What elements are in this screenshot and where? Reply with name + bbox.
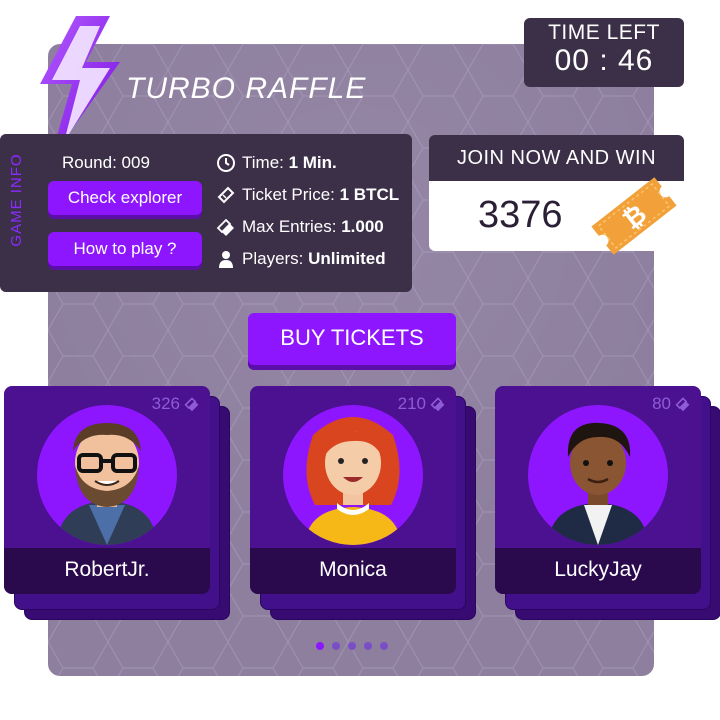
ticket-count: 80 (652, 394, 671, 413)
players-value: Unlimited (308, 249, 386, 268)
clock-icon (217, 154, 235, 172)
ticket-price-stat: Ticket Price: 1 BTCL (216, 185, 399, 205)
player-name: LuckyJay (495, 548, 701, 594)
pagination-dot[interactable] (348, 642, 356, 650)
avatar-bearded-man (57, 423, 157, 545)
ticket-icon (217, 186, 235, 204)
game-info-label: GAME INFO (8, 153, 25, 247)
player-card[interactable]: 210 Monica (250, 386, 476, 620)
user-icon (219, 251, 233, 268)
avatar (283, 405, 423, 545)
player-card-front: 210 Monica (250, 386, 456, 594)
ticket-count-badge: 210 (398, 394, 446, 414)
time-value: 1 Min. (288, 153, 337, 172)
ticket-icon (184, 397, 199, 412)
time-stat: Time: 1 Min. (216, 153, 337, 173)
time-left-box: TIME LEFT 00 : 46 (524, 18, 684, 87)
player-card[interactable]: 326 RobertJr. (4, 386, 230, 620)
ticket-count-badge: 326 (152, 394, 200, 414)
player-card[interactable]: 80 LuckyJay (495, 386, 720, 620)
avatar-man-in-suit (548, 422, 648, 545)
pagination-dot[interactable] (332, 642, 340, 650)
avatar (528, 405, 668, 545)
max-entries-value: 1.000 (341, 217, 384, 236)
players-stat: Players: Unlimited (216, 249, 386, 269)
pagination-dot[interactable] (380, 642, 388, 650)
max-entries-stat: Max Entries: 1.000 (216, 217, 384, 237)
time-label: Time: (242, 153, 289, 172)
players-label: Players: (242, 249, 309, 268)
player-name: Monica (250, 548, 456, 594)
player-name: RobertJr. (4, 548, 210, 594)
ticket-icon (430, 397, 445, 412)
ticket-price-label: Ticket Price: (242, 185, 340, 204)
ticket-price-value: 1 BTCL (339, 185, 400, 204)
time-left-label: TIME LEFT (548, 21, 660, 44)
check-explorer-button[interactable]: Check explorer (48, 181, 202, 215)
round-number: Round: 009 (62, 153, 150, 172)
player-card-front: 80 LuckyJay (495, 386, 701, 594)
game-title: TURBO RAFFLE (126, 72, 367, 105)
pagination-dots (316, 642, 388, 650)
ticket-count: 326 (151, 394, 180, 413)
ticket-icon (675, 397, 690, 412)
how-to-play-button[interactable]: How to play ? (48, 232, 202, 266)
player-card-front: 326 RobertJr. (4, 386, 210, 594)
avatar-red-haired-woman (305, 417, 401, 545)
avatar (37, 405, 177, 545)
tickets-icon (216, 218, 234, 236)
bitcoin-ticket-icon: ₿ (591, 177, 677, 255)
ticket-count: 210 (397, 394, 426, 413)
ticket-count-badge: 80 (652, 394, 691, 414)
time-left-value: 00 : 46 (554, 44, 654, 77)
prize-amount: 3376 (478, 194, 563, 236)
pagination-dot[interactable] (316, 642, 324, 650)
pagination-dot[interactable] (364, 642, 372, 650)
buy-tickets-button[interactable]: BUY TICKETS (248, 313, 456, 365)
max-entries-label: Max Entries: (242, 217, 342, 236)
